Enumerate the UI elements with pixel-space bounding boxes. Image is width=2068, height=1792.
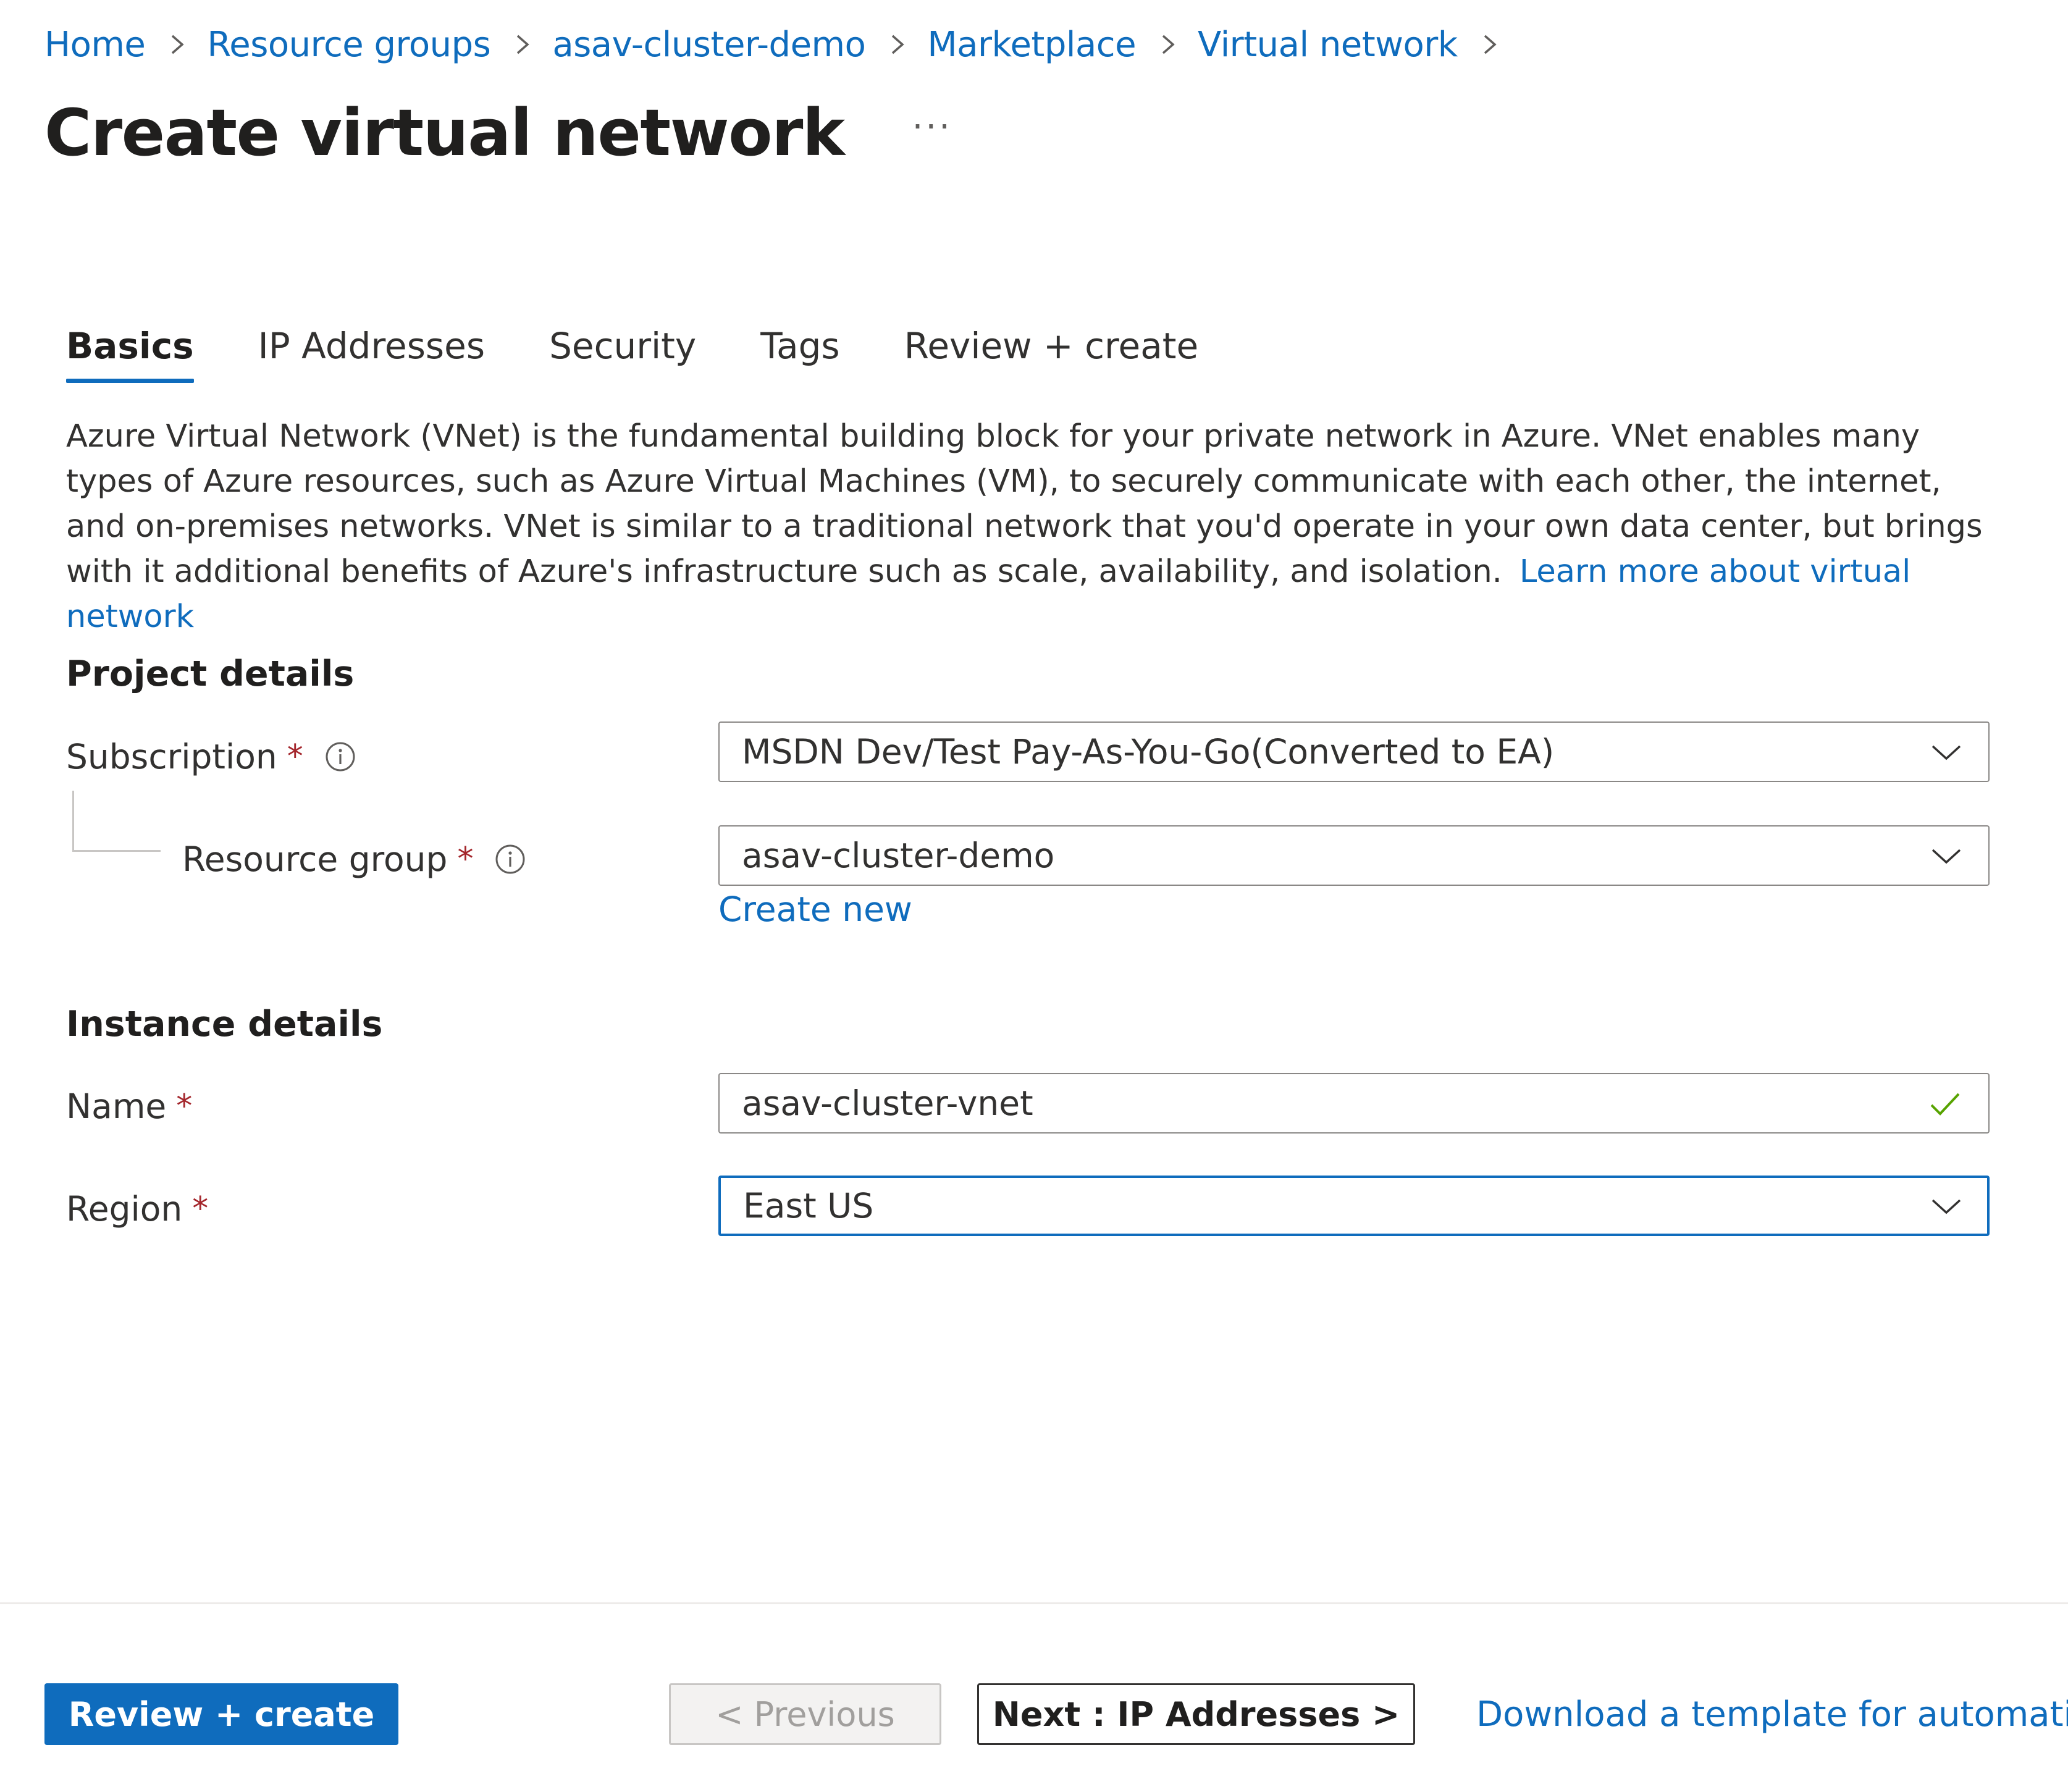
resource-group-value: asav-cluster-demo bbox=[742, 836, 1055, 875]
wizard-tabs: Basics IP Addresses Security Tags Review… bbox=[66, 309, 1263, 389]
region-label-row: Region * bbox=[66, 1187, 208, 1230]
hierarchy-connector bbox=[72, 791, 161, 852]
vnet-description: Azure Virtual Network (VNet) is the fund… bbox=[66, 414, 1993, 639]
name-input[interactable]: asav-cluster-vnet bbox=[718, 1073, 1990, 1134]
chevron-right-icon bbox=[161, 28, 193, 61]
resource-group-label-row: Resource group * bbox=[182, 838, 526, 881]
breadcrumb-resource-group[interactable]: asav-cluster-demo bbox=[552, 25, 866, 65]
project-details-heading: Project details bbox=[66, 654, 355, 694]
resource-group-label: Resource group bbox=[182, 839, 448, 879]
create-new-resource-group-link[interactable]: Create new bbox=[718, 890, 912, 929]
previous-button[interactable]: < Previous bbox=[669, 1683, 941, 1745]
breadcrumb: Home Resource groups asav-cluster-demo M… bbox=[44, 19, 1519, 70]
tab-security[interactable]: Security bbox=[549, 309, 696, 383]
breadcrumb-resource-groups[interactable]: Resource groups bbox=[207, 25, 490, 65]
breadcrumb-marketplace[interactable]: Marketplace bbox=[927, 25, 1136, 65]
instance-details-heading: Instance details bbox=[66, 1004, 383, 1045]
info-icon[interactable] bbox=[324, 741, 356, 773]
resource-group-dropdown[interactable]: asav-cluster-demo bbox=[718, 825, 1990, 886]
download-template-link[interactable]: Download a template for automation bbox=[1476, 1689, 2068, 1739]
subscription-dropdown[interactable]: MSDN Dev/Test Pay-As-You-Go(Converted to… bbox=[718, 721, 1990, 782]
subscription-label-row: Subscription * bbox=[66, 735, 356, 778]
chevron-down-icon bbox=[1929, 841, 1964, 871]
review-create-button[interactable]: Review + create bbox=[44, 1683, 398, 1745]
page-title: Create virtual network bbox=[44, 95, 845, 170]
required-marker: * bbox=[287, 738, 303, 775]
subscription-value: MSDN Dev/Test Pay-As-You-Go(Converted to… bbox=[742, 732, 1555, 772]
required-marker: * bbox=[457, 841, 474, 878]
chevron-right-icon bbox=[881, 28, 914, 61]
chevron-right-icon bbox=[1474, 28, 1506, 61]
required-marker: * bbox=[192, 1190, 209, 1227]
tab-basics[interactable]: Basics bbox=[66, 309, 194, 383]
checkmark-icon bbox=[1928, 1088, 1962, 1120]
tab-review-create[interactable]: Review + create bbox=[904, 309, 1199, 383]
chevron-right-icon bbox=[506, 28, 539, 61]
more-options-icon[interactable]: ··· bbox=[912, 107, 952, 147]
chevron-down-icon bbox=[1929, 738, 1964, 767]
title-row: Create virtual network ··· bbox=[44, 93, 952, 173]
required-marker: * bbox=[176, 1088, 193, 1125]
region-label: Region bbox=[66, 1189, 183, 1229]
chevron-down-icon bbox=[1929, 1192, 1964, 1221]
footer-divider bbox=[0, 1602, 2068, 1604]
next-ip-addresses-button[interactable]: Next : IP Addresses > bbox=[977, 1683, 1415, 1745]
tab-ip-addresses[interactable]: IP Addresses bbox=[258, 309, 485, 383]
region-value: East US bbox=[743, 1186, 874, 1226]
name-value: asav-cluster-vnet bbox=[742, 1083, 1033, 1123]
name-label: Name bbox=[66, 1087, 167, 1126]
chevron-right-icon bbox=[1152, 28, 1184, 61]
name-label-row: Name * bbox=[66, 1085, 192, 1128]
breadcrumb-home[interactable]: Home bbox=[44, 25, 146, 65]
create-virtual-network-page: Home Resource groups asav-cluster-demo M… bbox=[0, 0, 2068, 1792]
info-icon[interactable] bbox=[494, 843, 526, 875]
breadcrumb-virtual-network[interactable]: Virtual network bbox=[1198, 25, 1458, 65]
region-dropdown[interactable]: East US bbox=[718, 1176, 1990, 1236]
tab-tags[interactable]: Tags bbox=[760, 309, 839, 383]
subscription-label: Subscription bbox=[66, 737, 277, 776]
